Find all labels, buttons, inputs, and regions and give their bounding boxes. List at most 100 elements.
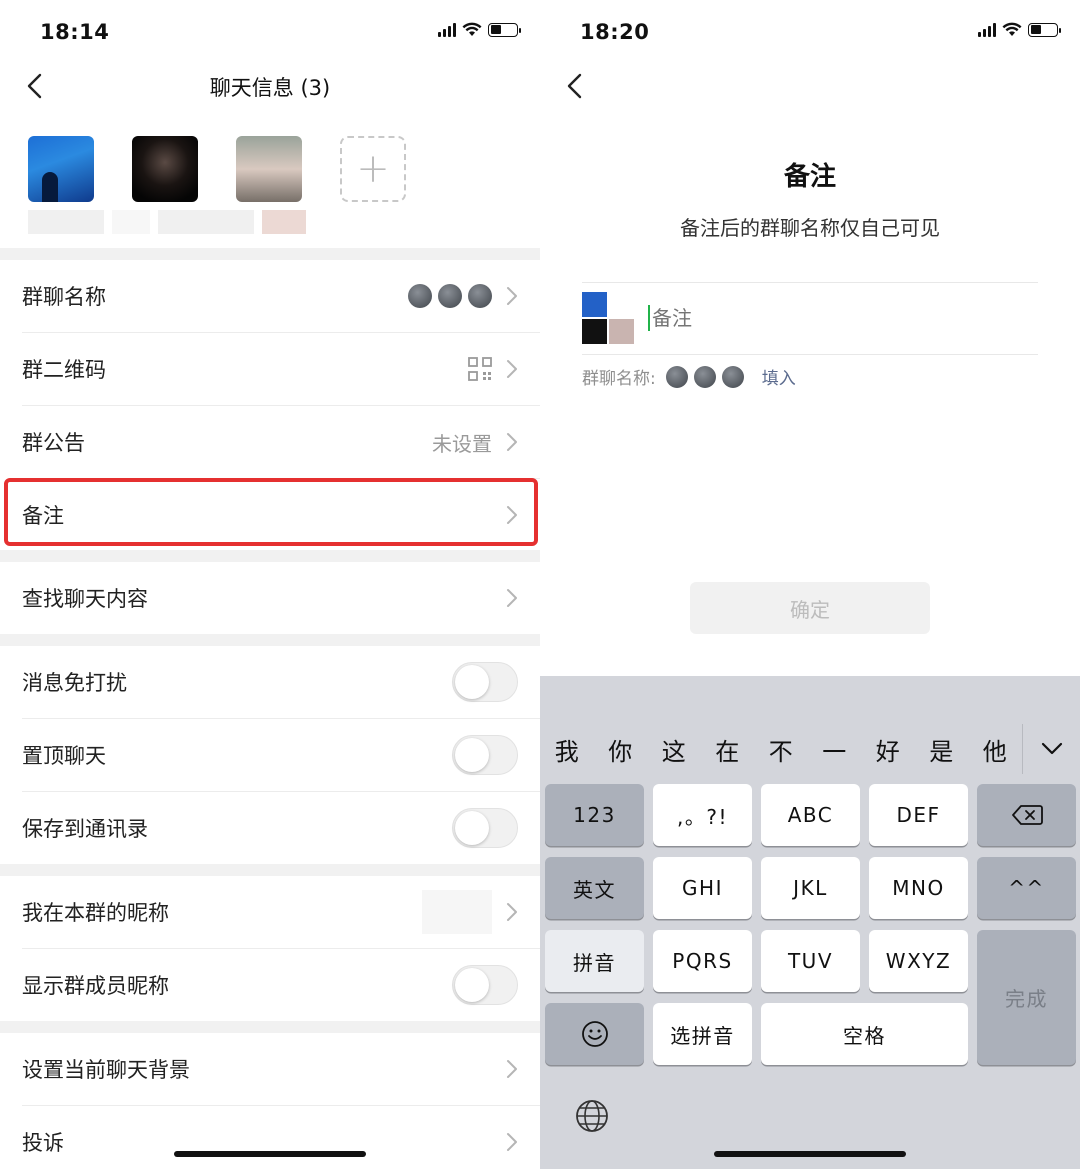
chevron-right-icon (507, 360, 517, 378)
chevron-right-icon (507, 433, 517, 451)
row-chat-background[interactable]: 设置当前聊天背景 (0, 1033, 540, 1105)
add-member-button[interactable]: + (340, 136, 406, 202)
row-report[interactable]: 投诉 (0, 1106, 540, 1169)
row-label: 显示群成员昵称 (22, 974, 169, 998)
candidate-word[interactable]: 这 (647, 732, 701, 767)
row-label: 查找聊天内容 (22, 587, 148, 611)
row-search-history[interactable]: 查找聊天内容 (0, 562, 540, 634)
mute-toggle[interactable] (452, 662, 518, 702)
candidate-word[interactable]: 我 (540, 732, 594, 767)
key-select-pinyin[interactable]: 选拼音 (653, 1003, 752, 1065)
member-avatar[interactable] (236, 136, 302, 202)
candidate-word[interactable]: 一 (808, 732, 862, 767)
key-done[interactable]: 完成 (977, 930, 1076, 1065)
chevron-right-icon (507, 589, 517, 607)
backspace-icon (1011, 805, 1043, 825)
row-label: 置顶聊天 (22, 744, 106, 768)
chevron-right-icon (507, 287, 517, 305)
globe-icon[interactable] (574, 1098, 610, 1134)
member-names-redacted (28, 210, 306, 234)
collapse-candidates-button[interactable] (1022, 724, 1080, 774)
status-bar: 18:20 (540, 0, 1080, 64)
announcement-value: 未设置 (432, 431, 492, 456)
candidate-word[interactable]: 在 (701, 732, 755, 767)
save-contacts-toggle[interactable] (452, 808, 518, 848)
key-english[interactable]: 英文 (545, 857, 644, 919)
input-bottom-border (582, 354, 1038, 355)
key-mno[interactable]: MNO (869, 857, 968, 919)
back-icon[interactable] (564, 72, 588, 100)
member-avatar[interactable] (28, 136, 94, 202)
battery-icon (488, 22, 521, 37)
key-numbers[interactable]: 123 (545, 784, 644, 846)
candidate-word[interactable]: 你 (594, 732, 648, 767)
remark-input[interactable] (652, 306, 952, 330)
fill-in-link[interactable]: 填入 (762, 364, 796, 389)
smiley-icon (581, 1021, 608, 1047)
row-label: 群二维码 (22, 358, 106, 382)
candidate-bar: 我 你 这 在 不 一 好 是 他 (540, 724, 1080, 774)
remark-highlight-box (4, 478, 538, 546)
row-group-name[interactable]: 群聊名称 (0, 260, 540, 332)
row-mute: 消息免打扰 (0, 646, 540, 718)
key-space[interactable]: 空格 (761, 1003, 968, 1065)
nav-bar: 聊天信息 (3) (0, 64, 540, 108)
key-punctuation[interactable]: ,。?! (653, 784, 752, 846)
status-icons (438, 22, 521, 37)
group-avatar-thumbnail (582, 292, 634, 344)
status-bar: 18:14 (0, 0, 540, 64)
group-name-hint: 群聊名称: 填入 (582, 364, 796, 389)
page-subtitle: 备注后的群聊名称仅自己可见 (680, 216, 940, 240)
row-my-nickname[interactable]: 我在本群的昵称 (0, 876, 540, 948)
key-tuv[interactable]: TUV (761, 930, 860, 992)
pin-toggle[interactable] (452, 735, 518, 775)
qr-code-icon (468, 357, 492, 381)
row-label: 消息免打扰 (22, 671, 127, 695)
candidate-word[interactable]: 不 (754, 732, 808, 767)
chevron-right-icon (507, 1133, 517, 1151)
page-title: 聊天信息 (3) (209, 76, 331, 100)
key-backspace[interactable] (977, 784, 1076, 846)
section-divider (0, 634, 540, 646)
member-list: + (28, 136, 406, 206)
nickname-redacted (422, 890, 492, 934)
show-nicknames-toggle[interactable] (452, 965, 518, 1005)
status-time: 18:20 (580, 20, 650, 44)
key-abc[interactable]: ABC (761, 784, 860, 846)
text-caret (648, 305, 650, 331)
group-name-emojis (665, 365, 744, 388)
page-title: 备注 (783, 162, 836, 192)
key-pqrs[interactable]: PQRS (653, 930, 752, 992)
row-label: 设置当前聊天背景 (22, 1058, 190, 1082)
home-indicator (174, 1151, 366, 1157)
confirm-button[interactable]: 确定 (690, 582, 930, 634)
key-emoticon[interactable]: ^^ (977, 857, 1076, 919)
key-emoji[interactable] (545, 1003, 644, 1065)
key-wxyz[interactable]: WXYZ (869, 930, 968, 992)
row-label: 群公告 (22, 431, 85, 455)
cellular-signal-icon (978, 22, 996, 37)
row-show-nicknames: 显示群成员昵称 (0, 949, 540, 1021)
row-label: 保存到通讯录 (22, 817, 148, 841)
section-divider (0, 1021, 540, 1033)
cellular-signal-icon (438, 22, 456, 37)
candidate-word[interactable]: 好 (861, 732, 915, 767)
row-announcement[interactable]: 群公告 未设置 (0, 406, 540, 478)
key-ghi[interactable]: GHI (653, 857, 752, 919)
group-name-label: 群聊名称: (582, 369, 656, 389)
member-avatar[interactable] (132, 136, 198, 202)
row-qr-code[interactable]: 群二维码 (0, 333, 540, 405)
section-divider (0, 864, 540, 876)
section-divider (0, 248, 540, 260)
input-top-border (582, 282, 1038, 283)
key-def[interactable]: DEF (869, 784, 968, 846)
group-name-emojis (408, 284, 492, 308)
candidate-word[interactable]: 他 (968, 732, 1022, 767)
key-pinyin[interactable]: 拼音 (545, 930, 644, 992)
home-indicator (714, 1151, 906, 1157)
remark-input-wrap (648, 300, 952, 336)
key-jkl[interactable]: JKL (761, 857, 860, 919)
status-time: 18:14 (40, 20, 110, 44)
chat-info-screen: 18:14 聊天信息 (3) + 群聊名称 群二维码 群公告 未设置 备注 查找… (0, 0, 540, 1169)
candidate-word[interactable]: 是 (915, 732, 969, 767)
